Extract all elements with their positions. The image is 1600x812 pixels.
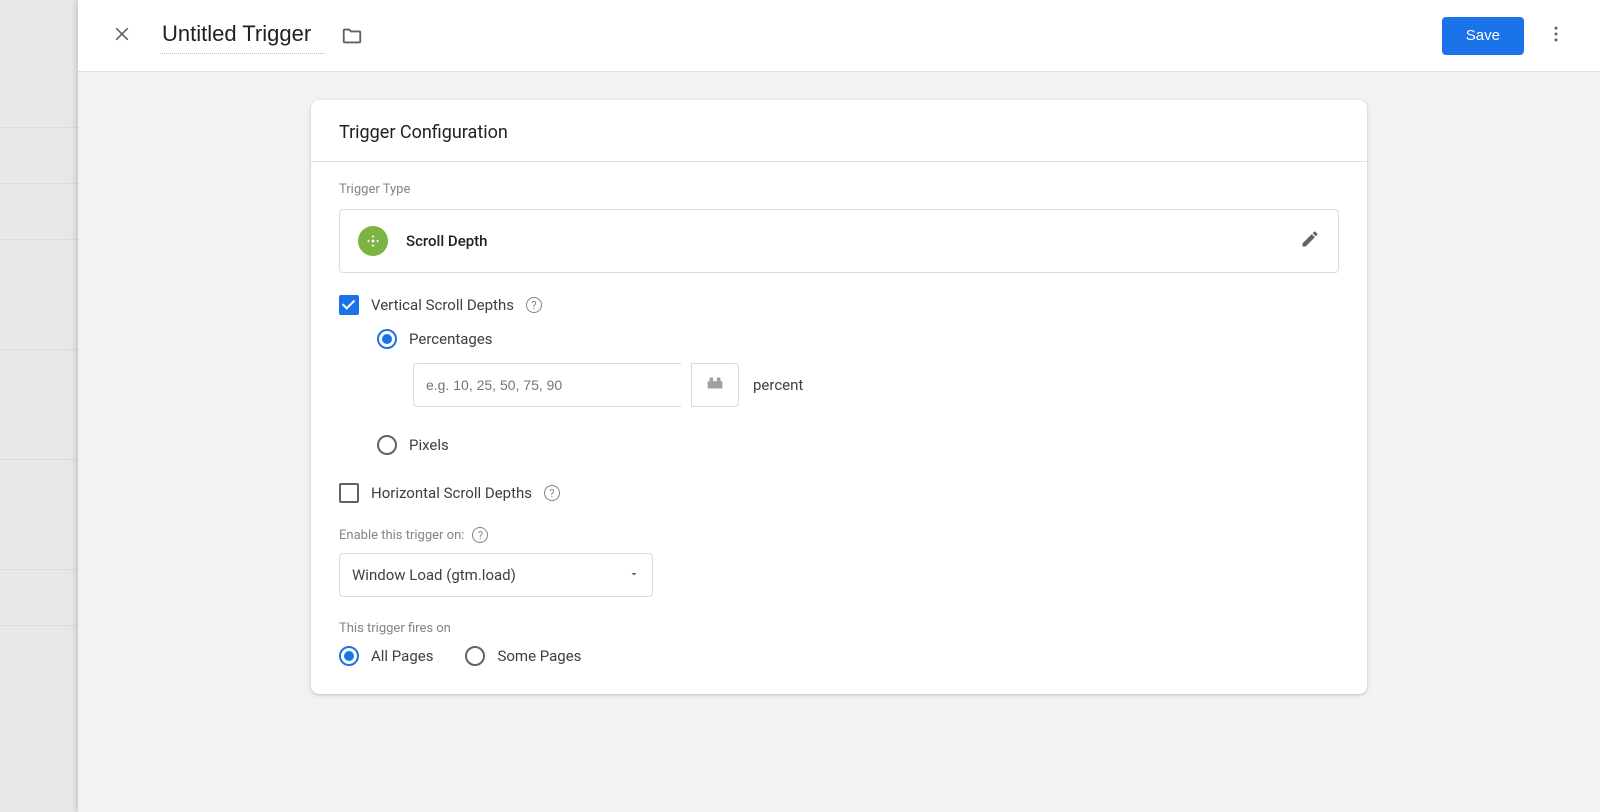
select-value: Window Load (gtm.load) (352, 566, 516, 584)
bg-row (0, 184, 78, 240)
close-button[interactable] (102, 16, 142, 56)
vertical-scroll-label: Vertical Scroll Depths (371, 296, 514, 314)
percentages-row: Percentages (377, 329, 1339, 349)
percentages-input-row: percent (413, 363, 1339, 407)
folder-icon[interactable] (341, 25, 363, 47)
trigger-type-name: Scroll Depth (406, 232, 488, 250)
chevron-down-icon (628, 566, 640, 584)
vertical-scroll-checkbox[interactable] (339, 295, 359, 315)
horizontal-scroll-checkbox[interactable] (339, 483, 359, 503)
pixels-radio[interactable] (377, 435, 397, 455)
lego-brick-icon (704, 372, 726, 398)
unit-label: percent (753, 376, 803, 394)
bg-row: age Click (0, 240, 78, 350)
fires-on-row: All Pages Some Pages (339, 646, 1367, 666)
some-pages-radio[interactable] (465, 646, 485, 666)
more-actions-button[interactable] (1536, 16, 1576, 56)
help-icon[interactable]: ? (526, 297, 542, 313)
bg-row: ages (0, 460, 78, 570)
trigger-name-input[interactable] (160, 17, 325, 54)
horizontal-depths-row: Horizontal Scroll Depths ? (339, 483, 1339, 503)
bg-row (0, 0, 78, 128)
percentages-label: Percentages (409, 330, 493, 348)
modal-body: Trigger Configuration Trigger Type Scrol… (78, 72, 1600, 812)
bg-row (0, 570, 78, 626)
save-button[interactable]: Save (1442, 17, 1524, 55)
percentages-radio[interactable] (377, 329, 397, 349)
pixels-row: Pixels (377, 435, 1339, 455)
bg-row (0, 128, 78, 184)
trigger-type-selector[interactable]: Scroll Depth (339, 209, 1339, 273)
all-pages-label: All Pages (371, 647, 433, 665)
trigger-type-label: Trigger Type (311, 162, 1367, 205)
pixels-label: Pixels (409, 436, 449, 454)
bg-row: age Click (0, 350, 78, 460)
help-icon[interactable]: ? (472, 527, 488, 543)
horizontal-scroll-label: Horizontal Scroll Depths (371, 484, 532, 502)
percentages-input[interactable] (413, 363, 681, 407)
enable-trigger-select[interactable]: Window Load (gtm.load) (339, 553, 653, 597)
variable-picker-button[interactable] (691, 363, 739, 407)
vertical-depths-row: Vertical Scroll Depths ? (339, 295, 1339, 315)
trigger-config-card: Trigger Configuration Trigger Type Scrol… (311, 100, 1367, 694)
trigger-editor-modal: Save Trigger Configuration Trigger Type … (78, 0, 1600, 812)
some-pages-label: Some Pages (497, 647, 581, 665)
help-icon[interactable]: ? (544, 485, 560, 501)
pencil-icon[interactable] (1300, 229, 1320, 253)
enable-trigger-label: Enable this trigger on: ? (339, 527, 1367, 543)
card-title: Trigger Configuration (311, 100, 1367, 162)
scroll-depth-icon (358, 226, 388, 256)
close-icon (112, 24, 132, 47)
modal-header: Save (78, 0, 1600, 72)
fires-on-label: This trigger fires on (339, 621, 1367, 636)
all-pages-radio[interactable] (339, 646, 359, 666)
more-vert-icon (1546, 24, 1566, 47)
